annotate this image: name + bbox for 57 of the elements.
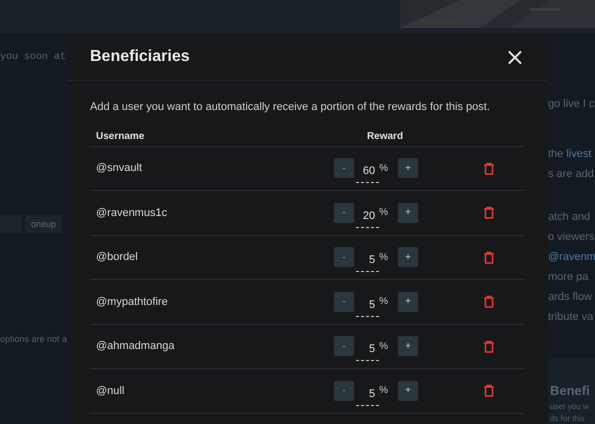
background-text: go live I c (548, 97, 595, 112)
reward-input[interactable]: 5 (356, 339, 380, 362)
percent-label: % (379, 340, 388, 354)
column-header: Username (95, 130, 146, 144)
percent-label: % (379, 206, 388, 220)
background-text: ds for this (550, 412, 586, 424)
trash-icon[interactable] (483, 340, 495, 353)
background-text: atch and (548, 210, 592, 225)
increment-button[interactable]: + (398, 380, 418, 401)
username-cell-text: @snvault (95, 161, 144, 176)
trash-icon[interactable] (483, 384, 495, 398)
background-text: user you w (550, 400, 590, 412)
decrement-button[interactable]: - (334, 202, 354, 223)
background-text: you soon at (0, 51, 68, 65)
decrement-button[interactable]: - (334, 336, 354, 356)
username-cell-text: @ravenmus1c (95, 206, 168, 220)
percent-label: % (379, 295, 388, 310)
username-cell-text: @ahmadmanga (95, 339, 176, 354)
background-text: tribute va (548, 310, 594, 325)
modal-title: Beneficiaries (90, 46, 190, 66)
column-header: Reward (366, 130, 404, 144)
background-text: options are not a (0, 333, 68, 346)
reward-input[interactable]: 60 (356, 161, 380, 184)
decrement-button[interactable]: - (334, 292, 354, 312)
background-text: ards flow (548, 290, 594, 305)
trash-icon[interactable] (483, 162, 495, 175)
reward-input[interactable]: 20 (356, 206, 380, 228)
increment-button[interactable]: + (398, 158, 418, 178)
increment-button[interactable]: + (398, 292, 418, 312)
increment-button[interactable]: + (398, 247, 418, 268)
background-link[interactable]: livest (566, 144, 592, 164)
username-cell-text: @null (95, 384, 126, 398)
trash-icon[interactable] (483, 295, 495, 308)
trash-icon[interactable] (483, 250, 495, 264)
decrement-button[interactable]: - (334, 380, 354, 401)
percent-label: % (379, 162, 388, 176)
increment-button[interactable]: + (398, 202, 418, 223)
percent-label: % (379, 384, 388, 398)
reward-input[interactable]: 5 (356, 384, 380, 406)
trash-icon[interactable] (483, 206, 495, 220)
close-button[interactable]: × (504, 44, 525, 68)
username-cell-text: @bordel (95, 250, 139, 265)
background-text: o viewers (548, 230, 595, 245)
description-text: Add a user you want to automatically receive a portion of the rewards for this post. (90, 100, 491, 115)
decrement-button[interactable]: - (334, 247, 354, 268)
background-text: s are add (548, 167, 595, 182)
reward-input[interactable]: 5 (356, 294, 380, 317)
decrement-button[interactable]: - (334, 158, 354, 178)
reward-input[interactable]: 5 (356, 250, 380, 272)
panel-title: Benefi (550, 382, 591, 400)
username-cell-text: @mypathtofire (95, 294, 169, 310)
background-link[interactable]: @ravenm (548, 247, 595, 267)
increment-button[interactable]: + (398, 336, 418, 356)
background-text: the (548, 147, 564, 162)
percent-label: % (379, 250, 388, 265)
tag-chip: oneup (25, 215, 62, 233)
background-text: more pa (548, 270, 590, 285)
